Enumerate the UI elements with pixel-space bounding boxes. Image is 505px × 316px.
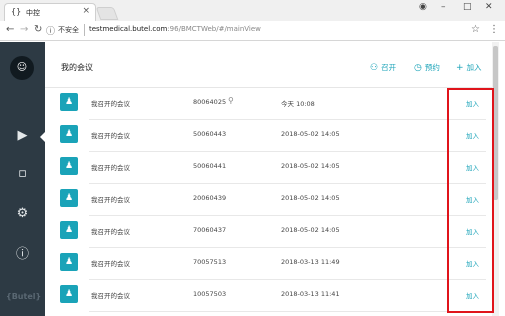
close-tab-icon[interactable]: ×	[82, 6, 90, 16]
meeting-avatar-icon: ♟	[60, 221, 78, 239]
meeting-row[interactable]: ♟ 我召开的会议 20060439 2018-05-02 14:05 加入	[45, 184, 492, 216]
lock-key-icon: ⚲	[228, 96, 234, 105]
new-tab-button[interactable]	[95, 7, 119, 20]
join-meeting-label: 加入	[466, 63, 482, 72]
meeting-row[interactable]: ♟ 我召开的会议 70060437 2018-05-02 14:05 加入	[45, 216, 492, 248]
app-sidebar: ☺ ▶ ▫ ⚙ ⓘ {Butel}	[0, 42, 45, 316]
page-title: 我的会议	[61, 63, 93, 72]
maximize-icon[interactable]: □	[463, 2, 472, 12]
meeting-avatar-icon: ♟	[60, 157, 78, 175]
meeting-name: 我召开的会议	[91, 196, 130, 204]
meeting-avatar-icon: ♟	[60, 285, 78, 303]
meeting-number: 70060437	[193, 226, 227, 234]
meeting-row[interactable]: ♟ 我召开的会议 50060441 2018-05-02 14:05 加入	[45, 152, 492, 184]
start-meeting-button[interactable]: ⚇ 召开	[370, 62, 396, 73]
reload-icon[interactable]: ↻	[34, 24, 42, 35]
screen: {} 中控 × ◉ – □ ✕ ← → ↻ ⓘ 不安全 testmedical.…	[0, 0, 505, 316]
tab-title: 中控	[26, 9, 40, 17]
bookmark-star-icon[interactable]: ☆	[471, 24, 480, 35]
join-meeting-button[interactable]: + 加入	[456, 62, 482, 73]
info-icon[interactable]: ⓘ	[46, 24, 55, 37]
meeting-name: 我召开的会议	[91, 292, 130, 300]
contacts-icon[interactable]: ▫	[0, 166, 45, 181]
meeting-time: 2018-05-02 14:05	[281, 226, 340, 234]
meeting-avatar-icon: ♟	[60, 93, 78, 111]
browser-tab-strip: {} 中控 × ◉ – □ ✕	[0, 0, 505, 21]
meeting-time: 2018-03-13 11:49	[281, 258, 340, 266]
meeting-time: 2018-05-02 14:05	[281, 194, 340, 202]
url-host: testmedical.butel.com	[89, 25, 168, 33]
annotation-highlight-box	[447, 88, 494, 313]
alert-icon[interactable]: ⓘ	[0, 243, 45, 262]
meeting-number: 10057503	[193, 290, 227, 298]
plus-icon: +	[456, 63, 464, 73]
close-window-icon[interactable]: ✕	[485, 2, 493, 12]
person-icon: ⚇	[370, 63, 379, 73]
minimize-icon[interactable]: –	[441, 2, 446, 12]
url-field[interactable]: ⓘ 不安全 testmedical.butel.com:96/BMCTWeb/#…	[46, 24, 486, 38]
meeting-name: 我召开的会议	[91, 228, 130, 236]
back-arrow-icon[interactable]: ←	[6, 24, 14, 35]
meeting-name: 我召开的会议	[91, 260, 130, 268]
meeting-time: 2018-05-02 14:05	[281, 130, 340, 138]
url-separator	[84, 24, 85, 36]
url-path: :96/BMCTWeb/#/mainView	[167, 25, 261, 33]
meeting-row[interactable]: ♟ 我召开的会议 10057503 2018-03-13 11:41 加入	[45, 280, 492, 312]
start-meeting-label: 召开	[381, 63, 397, 72]
user-avatar[interactable]: ☺	[10, 56, 34, 80]
alarm-clock-icon: ◷	[414, 63, 422, 73]
profile-icon[interactable]: ◉	[419, 2, 427, 12]
book-meeting-button[interactable]: ◷ 预约	[414, 62, 440, 73]
meeting-name: 我召开的会议	[91, 164, 130, 172]
meeting-name: 我召开的会议	[91, 100, 130, 108]
browser-tab[interactable]: {} 中控 ×	[4, 3, 96, 21]
meeting-number: 50060443	[193, 130, 227, 138]
meeting-number: 50060441	[193, 162, 227, 170]
meeting-number: 70057513	[193, 258, 227, 266]
meeting-row[interactable]: ♟ 我召开的会议 50060443 2018-05-02 14:05 加入	[45, 120, 492, 152]
meeting-avatar-icon: ♟	[60, 253, 78, 271]
meeting-name: 我召开的会议	[91, 132, 130, 140]
url-text: testmedical.butel.com:96/BMCTWeb/#/mainV…	[89, 25, 261, 33]
browser-menu-icon[interactable]: ⋮	[489, 24, 499, 35]
meeting-time: 今天 10:08	[281, 100, 315, 108]
gear-icon[interactable]: ⚙	[0, 206, 45, 221]
meeting-row[interactable]: ♟ 我召开的会议 70057513 2018-03-13 11:49 加入	[45, 248, 492, 280]
meeting-time: 2018-03-13 11:41	[281, 290, 340, 298]
meeting-time: 2018-05-02 14:05	[281, 162, 340, 170]
meeting-number: 20060439	[193, 194, 227, 202]
address-bar: ← → ↻ ⓘ 不安全 testmedical.butel.com:96/BMC…	[0, 21, 505, 41]
book-meeting-label: 预约	[424, 63, 440, 72]
meeting-number: 80064025	[193, 98, 227, 106]
tab-favicon-icon: {}	[11, 7, 22, 16]
page-header: 我的会议 ⚇ 召开 ◷ 预约 + 加入	[45, 42, 492, 88]
video-camera-icon[interactable]: ▶	[0, 128, 45, 143]
security-label: 不安全	[58, 26, 79, 34]
meeting-avatar-icon: ♟	[60, 125, 78, 143]
forward-arrow-icon[interactable]: →	[20, 24, 28, 35]
meeting-row[interactable]: ♟ 我召开的会议 80064025 ⚲ 今天 10:08 加入	[45, 88, 492, 120]
butel-logo: {Butel}	[6, 292, 42, 301]
meeting-avatar-icon: ♟	[60, 189, 78, 207]
